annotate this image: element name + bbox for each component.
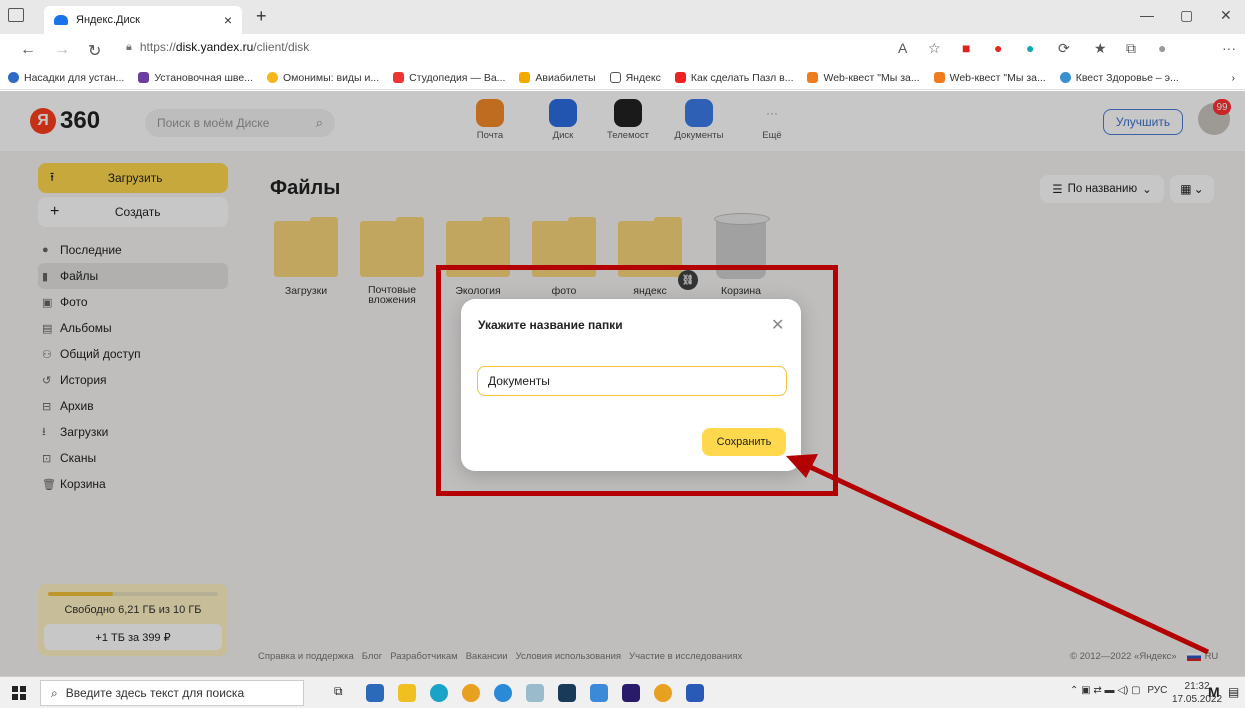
disk-favicon-icon — [54, 15, 68, 25]
profile-icon[interactable]: ● — [1158, 40, 1166, 56]
system-tray: ⌃ ▣ ⇄ ▬ ◁) ▢ РУС — [1070, 685, 1167, 696]
chrome-app-icon-2[interactable] — [654, 684, 672, 702]
windows-taskbar: ⌕ Введите здесь текст для поиска ⧉ ⌃ ▣ ⇄… — [0, 676, 1245, 708]
bookmark[interactable]: Web-квест "Мы за... — [807, 72, 920, 84]
tab-actions-icon[interactable] — [8, 8, 24, 22]
browser-tab-bar: Яндекс.Диск × + — ▢ ✕ — [0, 0, 1245, 34]
browser-tab[interactable]: Яндекс.Диск × — [44, 6, 242, 34]
collections-icon[interactable]: ⧉ — [1126, 40, 1136, 57]
keyboard-language[interactable]: РУС — [1147, 685, 1167, 696]
back-icon[interactable]: ← — [20, 41, 36, 59]
opera-extension-icon[interactable]: ● — [994, 40, 1002, 56]
bookmarks-overflow-icon[interactable]: › — [1232, 72, 1236, 84]
photoshop-app-icon[interactable] — [622, 684, 640, 702]
bookmark[interactable]: Насадки для устан... — [8, 72, 124, 84]
task-view-icon[interactable]: ⧉ — [334, 684, 352, 702]
bookmark[interactable]: Студопедия — Ва... — [393, 72, 505, 84]
app-m-icon[interactable]: M — [1208, 684, 1220, 700]
close-tab-icon[interactable]: × — [224, 12, 232, 28]
bookmark[interactable]: Web-квест "Мы за... — [933, 72, 1046, 84]
read-aloud-icon[interactable]: A — [898, 40, 907, 56]
store-app-icon[interactable] — [366, 684, 384, 702]
telegram-app-icon[interactable] — [494, 684, 512, 702]
url-host: disk.yandex.ru — [175, 40, 254, 54]
bookmarks-bar: Насадки для устан... Установочная шве...… — [0, 66, 1245, 90]
word-app-icon[interactable] — [686, 684, 704, 702]
terminal-app-icon[interactable] — [558, 684, 576, 702]
windows-start-icon[interactable] — [12, 686, 26, 700]
lock-icon: 🔒︎ — [126, 40, 132, 53]
notifications-icon[interactable]: ▤ — [1228, 685, 1239, 699]
bookmark[interactable]: Как сделать Пазл в... — [674, 72, 793, 84]
bookmark[interactable]: Квест Здоровье – э... — [1059, 72, 1179, 84]
reload-icon[interactable]: ↻ — [88, 41, 101, 61]
tray-icons[interactable]: ⌃ ▣ ⇄ ▬ ◁) ▢ — [1070, 685, 1141, 696]
favorite-star-icon[interactable]: ☆ — [928, 40, 941, 57]
taskbar-search[interactable]: ⌕ Введите здесь текст для поиска — [40, 680, 304, 706]
extension-icon[interactable]: ⟳ — [1058, 40, 1070, 57]
bookmark[interactable]: Установочная шве... — [138, 72, 253, 84]
bookmark[interactable]: Омонимы: виды и... — [267, 72, 379, 84]
close-window-icon[interactable]: ✕ — [1220, 7, 1232, 24]
more-menu-icon[interactable]: ··· — [1222, 40, 1236, 56]
paint-app-icon[interactable] — [526, 684, 544, 702]
url-path: /client/disk — [253, 40, 310, 54]
extension-red-icon[interactable]: ■ — [962, 40, 970, 56]
search-icon: ⌕ — [51, 685, 58, 700]
url-prefix: https:// — [139, 40, 176, 54]
bookmark[interactable]: Авиабилеты — [519, 72, 596, 84]
forward-icon[interactable]: → — [54, 41, 70, 59]
edge-app-icon[interactable] — [430, 684, 448, 702]
chrome-app-icon[interactable] — [462, 684, 480, 702]
new-tab-icon[interactable]: + — [256, 6, 267, 27]
explorer-app-icon[interactable] — [398, 684, 416, 702]
minimize-icon[interactable]: — — [1140, 7, 1154, 23]
photos-app-icon[interactable] — [590, 684, 608, 702]
bookmark[interactable]: Яндекс — [609, 72, 661, 84]
extension-blue-icon[interactable]: ● — [1026, 40, 1034, 56]
restore-icon[interactable]: ▢ — [1180, 7, 1193, 24]
annotation-highlight-box — [436, 265, 838, 496]
tab-title: Яндекс.Диск — [76, 14, 140, 26]
favorites-icon[interactable]: ★ — [1094, 40, 1107, 57]
url-field[interactable]: 🔒︎ https:// disk.yandex.ru /client/disk — [126, 40, 309, 54]
